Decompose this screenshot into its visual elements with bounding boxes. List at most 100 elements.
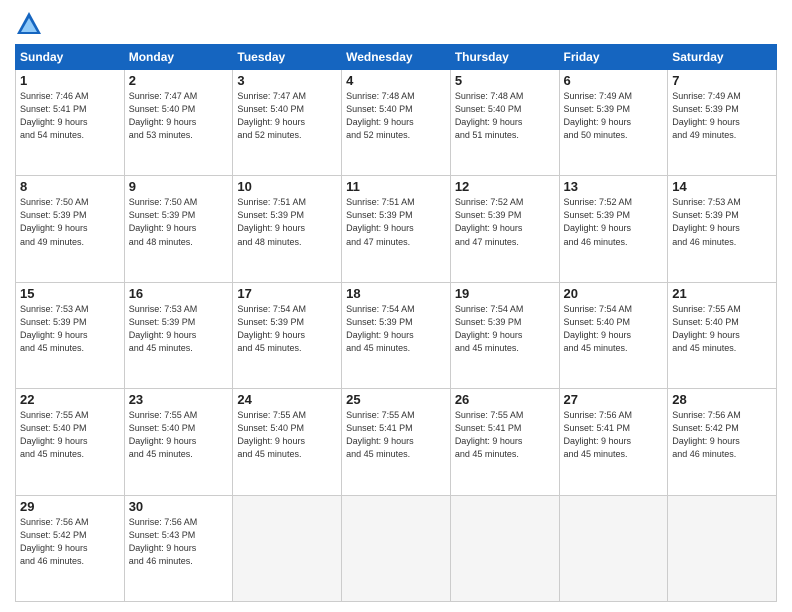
day-number: 13 xyxy=(564,179,664,194)
logo-icon xyxy=(15,10,43,38)
calendar-cell: 1 Sunrise: 7:46 AM Sunset: 5:41 PM Daylig… xyxy=(16,70,125,176)
day-number: 6 xyxy=(564,73,664,88)
calendar-cell: 29 Sunrise: 7:56 AM Sunset: 5:42 PM Dayli… xyxy=(16,495,125,601)
day-header: Saturday xyxy=(668,45,777,70)
day-info: Sunrise: 7:56 AM Sunset: 5:42 PM Dayligh… xyxy=(20,516,120,568)
day-number: 18 xyxy=(346,286,446,301)
calendar-cell: 6 Sunrise: 7:49 AM Sunset: 5:39 PM Daylig… xyxy=(559,70,668,176)
day-number: 28 xyxy=(672,392,772,407)
calendar-cell: 14 Sunrise: 7:53 AM Sunset: 5:39 PM Dayli… xyxy=(668,176,777,282)
day-info: Sunrise: 7:53 AM Sunset: 5:39 PM Dayligh… xyxy=(20,303,120,355)
day-info: Sunrise: 7:56 AM Sunset: 5:42 PM Dayligh… xyxy=(672,409,772,461)
day-info: Sunrise: 7:56 AM Sunset: 5:41 PM Dayligh… xyxy=(564,409,664,461)
calendar-cell: 24 Sunrise: 7:55 AM Sunset: 5:40 PM Dayli… xyxy=(233,389,342,495)
day-number: 24 xyxy=(237,392,337,407)
calendar-cell: 27 Sunrise: 7:56 AM Sunset: 5:41 PM Dayli… xyxy=(559,389,668,495)
day-number: 4 xyxy=(346,73,446,88)
day-number: 15 xyxy=(20,286,120,301)
day-info: Sunrise: 7:51 AM Sunset: 5:39 PM Dayligh… xyxy=(346,196,446,248)
calendar-week-row: 22 Sunrise: 7:55 AM Sunset: 5:40 PM Dayli… xyxy=(16,389,777,495)
calendar-cell: 16 Sunrise: 7:53 AM Sunset: 5:39 PM Dayli… xyxy=(124,282,233,388)
day-info: Sunrise: 7:50 AM Sunset: 5:39 PM Dayligh… xyxy=(20,196,120,248)
calendar-cell xyxy=(342,495,451,601)
calendar-cell: 13Sunrise: 7:52 AM Sunset: 5:39 PM Dayli… xyxy=(559,176,668,282)
day-number: 12 xyxy=(455,179,555,194)
day-info: Sunrise: 7:54 AM Sunset: 5:40 PM Dayligh… xyxy=(564,303,664,355)
day-info: Sunrise: 7:48 AM Sunset: 5:40 PM Dayligh… xyxy=(455,90,555,142)
calendar-cell: 25 Sunrise: 7:55 AM Sunset: 5:41 PM Dayli… xyxy=(342,389,451,495)
day-header: Monday xyxy=(124,45,233,70)
day-info: Sunrise: 7:49 AM Sunset: 5:39 PM Dayligh… xyxy=(564,90,664,142)
day-number: 1 xyxy=(20,73,120,88)
calendar-cell: 18 Sunrise: 7:54 AM Sunset: 5:39 PM Dayli… xyxy=(342,282,451,388)
calendar-cell: 3Sunrise: 7:47 AM Sunset: 5:40 PM Daylig… xyxy=(233,70,342,176)
day-number: 7 xyxy=(672,73,772,88)
calendar-week-row: 15 Sunrise: 7:53 AM Sunset: 5:39 PM Dayli… xyxy=(16,282,777,388)
calendar-cell: 5 Sunrise: 7:48 AM Sunset: 5:40 PM Daylig… xyxy=(450,70,559,176)
calendar-cell: 28 Sunrise: 7:56 AM Sunset: 5:42 PM Dayli… xyxy=(668,389,777,495)
header xyxy=(15,10,777,38)
day-info: Sunrise: 7:55 AM Sunset: 5:40 PM Dayligh… xyxy=(672,303,772,355)
day-info: Sunrise: 7:51 AM Sunset: 5:39 PM Dayligh… xyxy=(237,196,337,248)
calendar-week-row: 29 Sunrise: 7:56 AM Sunset: 5:42 PM Dayli… xyxy=(16,495,777,601)
calendar-cell: 22 Sunrise: 7:55 AM Sunset: 5:40 PM Dayli… xyxy=(16,389,125,495)
calendar-cell: 20 Sunrise: 7:54 AM Sunset: 5:40 PM Dayli… xyxy=(559,282,668,388)
calendar-cell xyxy=(233,495,342,601)
day-info: Sunrise: 7:55 AM Sunset: 5:40 PM Dayligh… xyxy=(237,409,337,461)
day-header: Tuesday xyxy=(233,45,342,70)
calendar-cell: 10Sunrise: 7:51 AM Sunset: 5:39 PM Dayli… xyxy=(233,176,342,282)
day-info: Sunrise: 7:54 AM Sunset: 5:39 PM Dayligh… xyxy=(346,303,446,355)
day-number: 23 xyxy=(129,392,229,407)
day-number: 27 xyxy=(564,392,664,407)
day-number: 8 xyxy=(20,179,120,194)
page: SundayMondayTuesdayWednesdayThursdayFrid… xyxy=(0,0,792,612)
day-info: Sunrise: 7:52 AM Sunset: 5:39 PM Dayligh… xyxy=(455,196,555,248)
day-number: 26 xyxy=(455,392,555,407)
day-info: Sunrise: 7:54 AM Sunset: 5:39 PM Dayligh… xyxy=(237,303,337,355)
day-info: Sunrise: 7:56 AM Sunset: 5:43 PM Dayligh… xyxy=(129,516,229,568)
calendar-cell: 7 Sunrise: 7:49 AM Sunset: 5:39 PM Daylig… xyxy=(668,70,777,176)
calendar-cell: 11 Sunrise: 7:51 AM Sunset: 5:39 PM Dayli… xyxy=(342,176,451,282)
day-info: Sunrise: 7:54 AM Sunset: 5:39 PM Dayligh… xyxy=(455,303,555,355)
day-header: Wednesday xyxy=(342,45,451,70)
calendar-cell: 4Sunrise: 7:48 AM Sunset: 5:40 PM Daylig… xyxy=(342,70,451,176)
day-number: 29 xyxy=(20,499,120,514)
calendar-cell: 26 Sunrise: 7:55 AM Sunset: 5:41 PM Dayli… xyxy=(450,389,559,495)
day-number: 30 xyxy=(129,499,229,514)
calendar-cell: 17 Sunrise: 7:54 AM Sunset: 5:39 PM Dayli… xyxy=(233,282,342,388)
calendar-cell xyxy=(559,495,668,601)
day-info: Sunrise: 7:55 AM Sunset: 5:41 PM Dayligh… xyxy=(455,409,555,461)
day-number: 2 xyxy=(129,73,229,88)
day-number: 25 xyxy=(346,392,446,407)
calendar-header-row: SundayMondayTuesdayWednesdayThursdayFrid… xyxy=(16,45,777,70)
calendar-cell: 21Sunrise: 7:55 AM Sunset: 5:40 PM Dayli… xyxy=(668,282,777,388)
day-header: Thursday xyxy=(450,45,559,70)
day-number: 16 xyxy=(129,286,229,301)
calendar-week-row: 8 Sunrise: 7:50 AM Sunset: 5:39 PM Daylig… xyxy=(16,176,777,282)
calendar-cell: 12 Sunrise: 7:52 AM Sunset: 5:39 PM Dayli… xyxy=(450,176,559,282)
day-number: 22 xyxy=(20,392,120,407)
calendar-cell: 8 Sunrise: 7:50 AM Sunset: 5:39 PM Daylig… xyxy=(16,176,125,282)
day-header: Sunday xyxy=(16,45,125,70)
day-number: 5 xyxy=(455,73,555,88)
calendar-cell: 19 Sunrise: 7:54 AM Sunset: 5:39 PM Dayli… xyxy=(450,282,559,388)
day-info: Sunrise: 7:55 AM Sunset: 5:40 PM Dayligh… xyxy=(129,409,229,461)
day-info: Sunrise: 7:46 AM Sunset: 5:41 PM Dayligh… xyxy=(20,90,120,142)
calendar-cell: 15 Sunrise: 7:53 AM Sunset: 5:39 PM Dayli… xyxy=(16,282,125,388)
day-info: Sunrise: 7:53 AM Sunset: 5:39 PM Dayligh… xyxy=(129,303,229,355)
day-number: 14 xyxy=(672,179,772,194)
day-number: 11 xyxy=(346,179,446,194)
day-info: Sunrise: 7:53 AM Sunset: 5:39 PM Dayligh… xyxy=(672,196,772,248)
day-info: Sunrise: 7:50 AM Sunset: 5:39 PM Dayligh… xyxy=(129,196,229,248)
day-number: 20 xyxy=(564,286,664,301)
calendar-cell: 9Sunrise: 7:50 AM Sunset: 5:39 PM Daylig… xyxy=(124,176,233,282)
day-header: Friday xyxy=(559,45,668,70)
day-info: Sunrise: 7:49 AM Sunset: 5:39 PM Dayligh… xyxy=(672,90,772,142)
calendar: SundayMondayTuesdayWednesdayThursdayFrid… xyxy=(15,44,777,602)
day-info: Sunrise: 7:55 AM Sunset: 5:40 PM Dayligh… xyxy=(20,409,120,461)
day-info: Sunrise: 7:55 AM Sunset: 5:41 PM Dayligh… xyxy=(346,409,446,461)
day-number: 17 xyxy=(237,286,337,301)
day-number: 19 xyxy=(455,286,555,301)
calendar-cell: 2Sunrise: 7:47 AM Sunset: 5:40 PM Daylig… xyxy=(124,70,233,176)
calendar-cell xyxy=(668,495,777,601)
